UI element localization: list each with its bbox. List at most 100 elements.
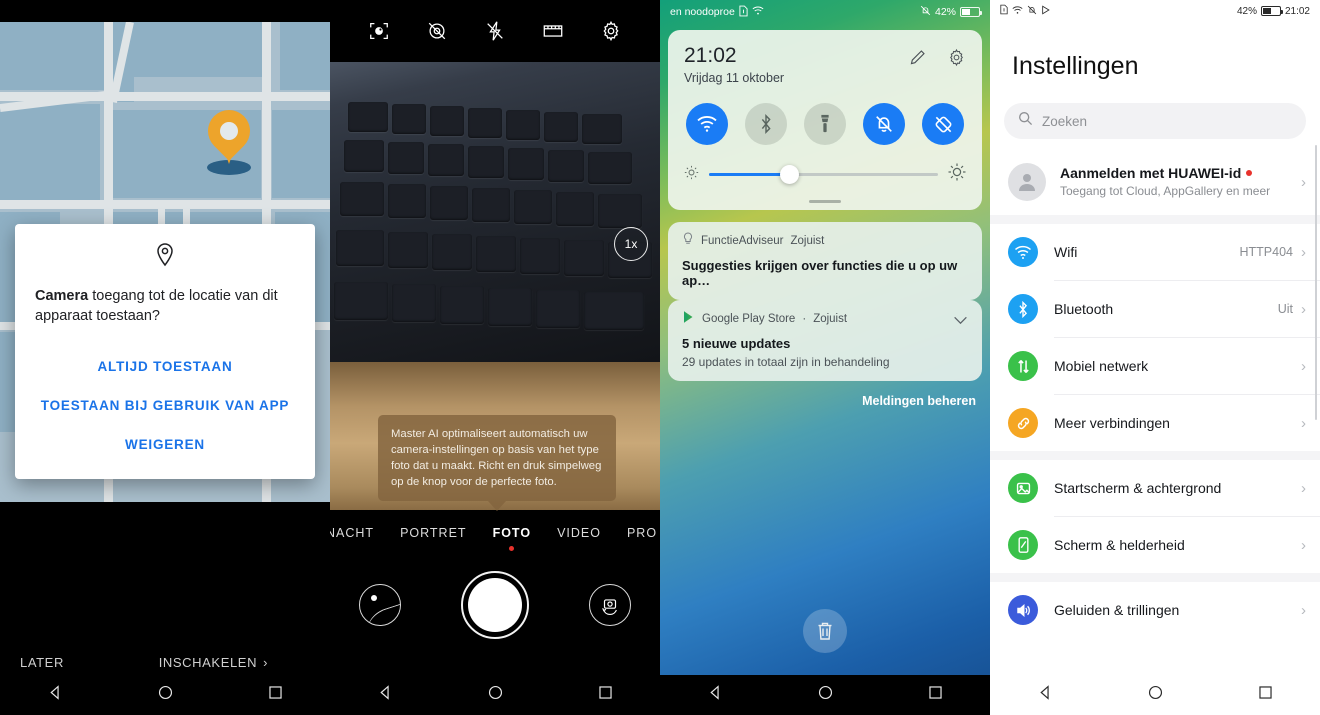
navigation-bar [990,675,1320,715]
settings-row-home-screen[interactable]: Startscherm & achtergrond › [990,460,1320,516]
gallery-thumbnail-button[interactable] [359,584,401,626]
moving-picture-off-icon[interactable] [426,20,448,42]
settings-row-wifi[interactable]: Wifi HTTP404 › [990,224,1320,280]
permission-dialog: Camera toegang tot de locatie van dit ap… [15,224,315,479]
permission-app-name: Camera [35,288,89,304]
silent-toggle[interactable] [863,103,905,145]
play-store-icon [682,310,695,327]
mode-portret[interactable]: PORTRET [400,526,467,540]
brightness-track[interactable] [709,165,938,184]
shade-drag-handle[interactable] [809,200,841,203]
settings-row-mobile-network[interactable]: Mobiel netwerk › [990,338,1320,394]
account-row[interactable]: Aanmelden met HUAWEI-id Toegang tot Clou… [990,149,1320,215]
notification-card[interactable]: FunctieAdviseur Zojuist Suggesties krijg… [668,222,982,300]
back-triangle-icon[interactable] [47,684,64,706]
quick-settings-card: 21:02 Vrijdag 11 oktober [668,30,982,210]
settings-row-label: Wifi [1054,244,1078,260]
auto-rotate-toggle[interactable] [922,103,964,145]
bluetooth-toggle[interactable] [745,103,787,145]
back-triangle-icon[interactable] [377,684,394,706]
brightness-knob[interactable] [779,165,799,184]
battery-percent-label: 42% [1236,5,1257,17]
back-triangle-icon[interactable] [707,684,724,706]
bluetooth-icon [1008,294,1038,324]
notification-app-name: Google Play Store [702,312,796,325]
manage-notifications-link[interactable]: Meldingen beheren [862,394,976,408]
camera-mode-selector[interactable]: NACHT PORTRET FOTO VIDEO PRO M [330,512,660,554]
data-transfer-icon [1008,351,1038,381]
notification-separator: · [802,312,807,325]
chevron-down-icon[interactable] [953,312,968,330]
chevron-right-icon: › [1301,243,1306,261]
notification-title: 5 nieuwe updates [682,336,791,351]
allow-while-using-button[interactable]: TOESTAAN BIJ GEBRUIK VAN APP [35,387,295,426]
gear-icon[interactable] [947,48,966,72]
notification-header: FunctieAdviseur Zojuist [682,232,968,249]
notification-time: Zojuist [790,234,825,247]
recents-square-icon[interactable] [597,684,614,706]
search-input[interactable]: Zoeken [1004,103,1306,139]
chevron-right-icon: › [1301,173,1306,191]
mode-foto[interactable]: FOTO [493,526,532,551]
clear-all-notifications-button[interactable] [803,609,847,653]
pencil-icon[interactable] [908,48,927,72]
quick-toggles [684,103,966,145]
settings-row-label: Geluiden & trillingen [1054,602,1180,618]
flashlight-toggle[interactable] [804,103,846,145]
wifi-toggle[interactable] [686,103,728,145]
chevron-right-icon: › [1301,300,1306,318]
notification-card[interactable]: Google Play Store · Zojuist 5 nieuwe upd… [668,300,982,381]
notification-time: Zojuist [813,312,848,325]
settings-row-more-connections[interactable]: Meer verbindingen › [990,395,1320,451]
sim-icon [739,5,748,20]
flip-camera-button[interactable] [589,584,631,626]
brightness-slider[interactable] [684,163,966,186]
person-avatar-icon [1008,163,1046,201]
search-icon [1018,111,1033,131]
chevron-right-icon: › [1301,414,1306,432]
scrollbar[interactable] [1314,145,1317,420]
settings-gear-icon[interactable] [600,20,622,42]
later-button[interactable]: LATER [20,655,64,670]
recents-square-icon[interactable] [1257,684,1274,706]
chevron-right-icon: › [1301,601,1306,619]
home-circle-icon[interactable] [157,684,174,706]
flash-off-icon[interactable] [484,20,506,42]
settings-row-label: Mobiel netwerk [1054,358,1149,374]
section-divider [990,215,1320,224]
ai-master-icon[interactable] [368,20,390,42]
notification-subtitle: 29 updates in totaal zijn in behandeling [682,355,890,369]
aspect-ratio-icon[interactable] [542,20,564,42]
zoom-level-button[interactable]: 1x [614,227,648,261]
search-placeholder: Zoeken [1042,113,1088,129]
location-pin-icon [35,242,295,268]
navigation-bar [330,675,660,715]
battery-icon [960,7,982,17]
allow-always-button[interactable]: ALTIJD TOESTAAN [35,348,295,387]
shutter-button[interactable] [461,571,529,639]
wifi-icon [1008,237,1038,267]
battery-percent-label: 42% [934,6,956,18]
brightness-low-icon [684,165,699,185]
settings-row-value: HTTP404 [1239,245,1294,259]
back-triangle-icon[interactable] [1037,684,1054,706]
mode-pro[interactable]: PRO [627,526,657,540]
enable-button[interactable]: INSCHAKELEN › [159,655,268,670]
account-title: Aanmelden met HUAWEI-id [1060,165,1242,181]
home-circle-icon[interactable] [1147,684,1164,706]
settings-row-display[interactable]: Scherm & helderheid › [990,517,1320,573]
settings-row-bluetooth[interactable]: Bluetooth Uit › [990,281,1320,337]
link-icon [1008,408,1038,438]
mode-nacht[interactable]: NACHT [330,526,374,540]
recents-square-icon[interactable] [267,684,284,706]
recents-square-icon[interactable] [927,684,944,706]
settings-row-sounds[interactable]: Geluiden & trillingen › [990,582,1320,638]
settings-row-label: Bluetooth [1054,301,1114,317]
mode-video[interactable]: VIDEO [557,526,601,540]
deny-button[interactable]: WEIGEREN [35,426,295,465]
panel-settings: 42% 21:02 Instellingen Zoeken Aanmelden … [990,0,1320,715]
brightness-high-icon [948,163,966,186]
camera-top-toolbar [330,0,660,62]
home-circle-icon[interactable] [817,684,834,706]
home-circle-icon[interactable] [487,684,504,706]
